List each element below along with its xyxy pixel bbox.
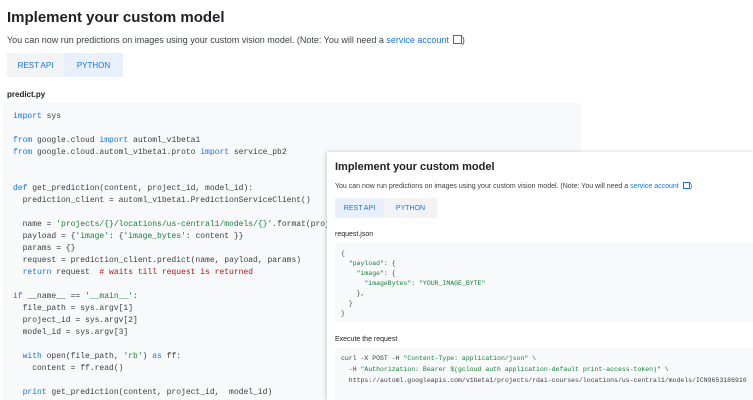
file-name: predict.py xyxy=(7,90,46,99)
execute-request-label: Execute the request xyxy=(335,336,398,343)
overlay-service-account-link-text: service account xyxy=(630,183,679,190)
code-line: prediction_client = automl_v1beta1.Predi… xyxy=(13,196,311,205)
overlay-tab-python[interactable]: PYTHON xyxy=(384,198,437,218)
overlay-description: You can now run predictions on images us… xyxy=(335,181,692,190)
code-line: print get_prediction(content, project_id… xyxy=(13,388,273,397)
code-line: content = ff.read() xyxy=(13,364,124,373)
overlay-service-account-link[interactable]: service account xyxy=(630,182,690,190)
service-account-link[interactable]: service account xyxy=(386,35,462,45)
external-link-icon xyxy=(452,35,462,44)
code-line: if __name__ == '__main__': xyxy=(13,292,138,301)
curl-line: -H "Authorization: Bearer $(gcloud auth … xyxy=(341,366,669,373)
json-line: } xyxy=(341,310,345,317)
description-suffix: ) xyxy=(461,35,465,45)
external-link-icon xyxy=(682,182,690,189)
code-line: payload = {'image': {'image_bytes': cont… xyxy=(13,232,244,241)
tab-rest-api[interactable]: REST API xyxy=(7,53,64,77)
code-line: request = prediction_client.predict(name… xyxy=(13,256,302,265)
code-line: with open(file_path, 'rb') as ff: xyxy=(13,352,182,361)
curl-code-block: curl -X POST -H "Content-Type: applicati… xyxy=(335,348,753,400)
api-tabs: REST API PYTHON xyxy=(7,53,123,77)
overlay-panel: Implement your custom model You can now … xyxy=(327,152,753,400)
page-description: You can now run predictions on images us… xyxy=(7,34,465,45)
json-line: { xyxy=(341,250,345,257)
code-line: def get_prediction(content, project_id, … xyxy=(13,184,254,193)
overlay-description-suffix: ) xyxy=(689,183,693,190)
code-line: return request # waits till request is r… xyxy=(13,268,254,277)
code-line: project_id = sys.argv[2] xyxy=(13,316,138,325)
tab-python[interactable]: PYTHON xyxy=(64,53,123,77)
json-line: }, xyxy=(341,290,365,297)
code-line: import sys xyxy=(13,112,62,121)
json-line: "image": { xyxy=(356,270,396,277)
overlay-api-tabs: REST API PYTHON xyxy=(335,198,437,218)
overlay-file-name: request.json xyxy=(335,231,374,238)
code-line: model_id = sys.argv[3] xyxy=(13,328,129,337)
overlay-description-text: You can now run predictions on images us… xyxy=(335,183,631,190)
service-account-link-text: service account xyxy=(386,35,449,45)
code-line: from google.cloud.automl_v1beta1.proto i… xyxy=(13,148,287,157)
page-title: Implement your custom model xyxy=(7,9,225,26)
curl-line: https://automl.googleapis.com/v1beta1/pr… xyxy=(341,377,747,384)
code-line: params = {} xyxy=(13,244,76,253)
code-line: file_path = sys.argv[1] xyxy=(13,304,134,313)
json-code-block: { "payload": { "image": { "imageBytes": … xyxy=(335,243,753,322)
code-line: from google.cloud import automl_v1beta1 xyxy=(13,136,201,145)
overlay-title: Implement your custom model xyxy=(335,161,495,173)
description-text: You can now run predictions on images us… xyxy=(7,35,387,45)
curl-line: curl -X POST -H "Content-Type: applicati… xyxy=(341,355,537,362)
json-line: } xyxy=(341,300,353,307)
overlay-tab-rest-api[interactable]: REST API xyxy=(335,198,384,218)
json-line: "imageBytes": "YOUR_IMAGE_BYTE" xyxy=(364,280,486,287)
json-line: "payload": { xyxy=(348,260,396,267)
